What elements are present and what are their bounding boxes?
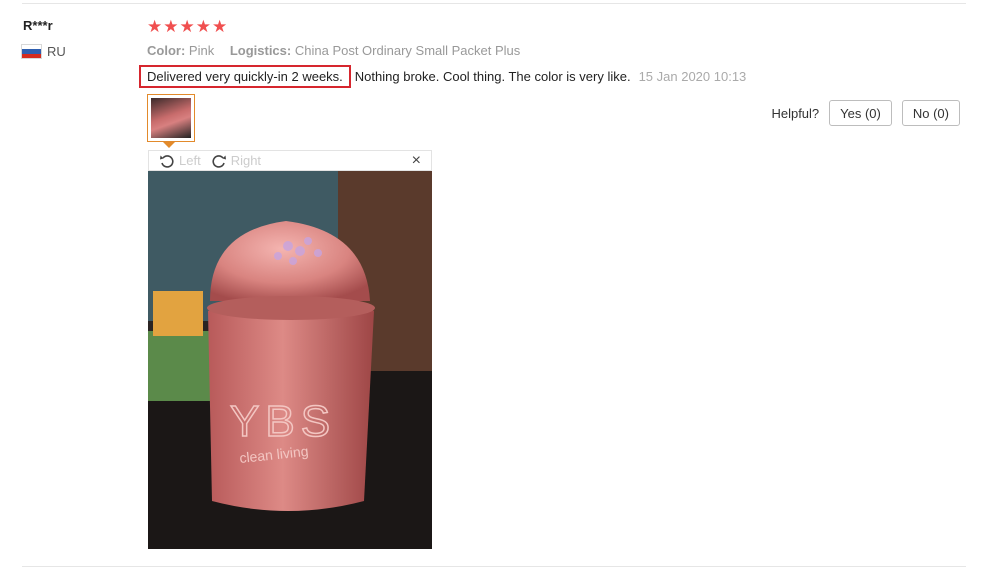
reviewer-name: R***r [23,18,53,33]
top-divider [22,3,966,4]
rotate-left-button[interactable]: Left [159,153,201,169]
image-viewer-toolbar: Left Right × [148,150,432,171]
review-text: Delivered very quickly-in 2 weeks. Nothi… [139,64,746,88]
star-icon: ★ [179,17,195,36]
review-photo: YBS clean living [148,171,432,549]
order-meta: Color: Pink Logistics: China Post Ordina… [147,43,532,58]
star-rating: ★ ★ ★ ★ ★ [147,18,227,35]
bottom-divider [22,566,966,567]
rotate-left-icon [160,154,174,168]
highlighted-review-text: Delivered very quickly-in 2 weeks. [139,64,351,88]
rotate-right-label: Right [230,153,262,168]
country-code: RU [47,44,66,59]
star-icon: ★ [212,17,228,36]
review-body: Nothing broke. Cool thing. The color is … [354,68,631,84]
star-icon: ★ [147,17,163,36]
russia-flag-icon [22,45,41,58]
star-icon: ★ [163,17,179,36]
color-value: Pink [188,43,215,58]
helpful-yes-button[interactable]: Yes (0) [829,100,892,126]
rotate-right-icon [212,154,226,168]
review-photo-image: YBS clean living [148,171,432,549]
color-label: Color: [147,43,186,58]
helpful-no-button[interactable]: No (0) [901,100,960,126]
helpful-section: Helpful? Yes (0) No (0) [771,100,960,126]
rotate-left-label: Left [179,153,201,168]
star-icon: ★ [195,17,211,36]
thumbnail-pointer [163,142,175,148]
helpful-label: Helpful? [771,105,820,121]
close-icon[interactable]: × [412,152,421,169]
logistics-value: China Post Ordinary Small Packet Plus [294,43,521,58]
rotate-right-button[interactable]: Right [211,153,261,169]
reviewer-country: RU [22,44,66,59]
photo-brand-text: YBS [230,397,336,446]
review-date: 15 Jan 2020 10:13 [638,68,747,84]
review-photo-thumbnail[interactable] [147,94,195,142]
logistics-label: Logistics: [229,43,292,58]
